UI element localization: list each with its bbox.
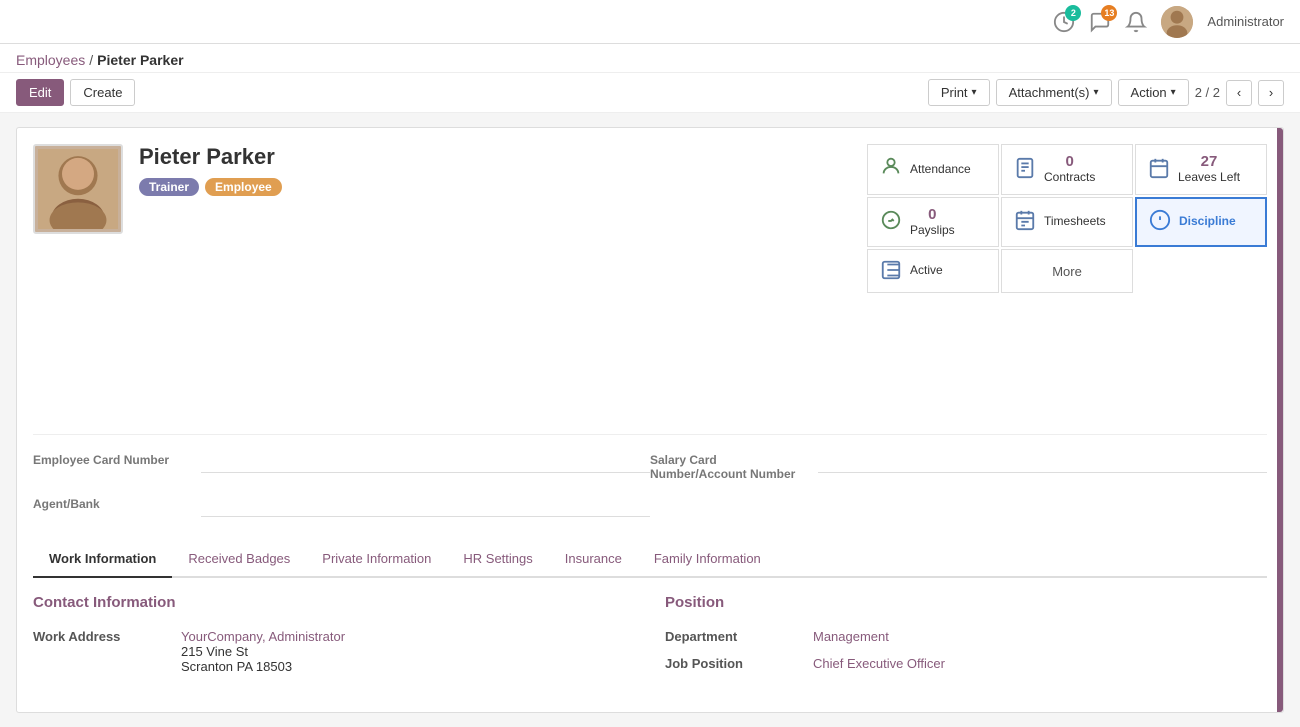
work-address-label: Work Address [33,629,173,644]
user-avatar[interactable] [1161,6,1193,38]
admin-label: Administrator [1207,14,1284,29]
leaves-icon [1148,157,1170,182]
employee-card-label: Employee Card Number [33,453,193,467]
contracts-label: Contracts [1044,170,1095,186]
agent-bank-value[interactable] [201,497,650,517]
contracts-icon [1014,157,1036,182]
timesheets-button[interactable]: Timesheets [1001,197,1133,248]
agent-bank-label: Agent/Bank [33,497,193,511]
tab-family-information[interactable]: Family Information [638,541,777,578]
work-address-line1[interactable]: YourCompany, Administrator [181,629,345,644]
timesheets-icon [1014,209,1036,234]
payslips-icon [880,209,902,234]
attachments-caret-icon: ▾ [1094,87,1099,98]
bell-icon-wrap[interactable] [1125,11,1147,33]
active-icon [880,259,902,284]
contact-title: Contact Information [33,594,635,611]
print-caret-icon: ▾ [972,87,977,98]
pagination: 2 / 2 ‹ › [1195,80,1284,106]
tab-work-information[interactable]: Work Information [33,541,172,578]
print-button[interactable]: Print ▾ [928,79,990,106]
leaves-label: Leaves Left [1178,170,1240,186]
salary-card-label: Salary Card Number/Account Number [650,453,810,481]
employee-photo-image [38,149,118,229]
job-position-field: Job Position Chief Executive Officer [665,650,1267,677]
timesheets-label: Timesheets [1044,214,1106,230]
breadcrumb-separator: / [89,52,93,68]
fields-grid: Employee Card Number Salary Card Number/… [33,434,1267,525]
toolbar: Edit Create Print ▾ Attachment(s) ▾ Acti… [0,73,1300,113]
breadcrumb: Employees / Pieter Parker [16,52,184,68]
more-button[interactable]: More [1001,249,1133,293]
contact-section: Contact Information Work Address YourCom… [33,594,635,680]
tab-hr-settings[interactable]: HR Settings [447,541,548,578]
attachments-button[interactable]: Attachment(s) ▾ [996,79,1112,106]
department-field: Department Management [665,623,1267,650]
attendance-label: Attendance [910,162,971,178]
job-position-label: Job Position [665,656,805,671]
discipline-button[interactable]: Discipline [1135,197,1267,248]
bell-icon [1125,11,1147,33]
employee-photo [33,144,123,234]
work-address-value: YourCompany, Administrator 215 Vine St S… [181,629,345,674]
smart-buttons: Attendance 0 Contracts 27 Leaves Left [867,144,1267,293]
payslips-label: Payslips [910,223,955,239]
breadcrumb-bar: Employees / Pieter Parker [0,44,1300,73]
tab-private-information[interactable]: Private Information [306,541,447,578]
main-content: Pieter Parker Trainer Employee Attendanc… [0,113,1300,727]
pagination-text: 2 / 2 [1195,85,1220,100]
salary-card-value[interactable] [818,453,1267,473]
salary-card-field: Salary Card Number/Account Number [650,445,1267,489]
clock-icon-wrap[interactable]: 2 [1053,11,1075,33]
work-address-line3: Scranton PA 18503 [181,659,345,674]
attendance-button[interactable]: Attendance [867,144,999,195]
payslips-button[interactable]: 0 Payslips [867,197,999,248]
edit-button[interactable]: Edit [16,79,64,106]
employee-card: Pieter Parker Trainer Employee Attendanc… [16,127,1284,713]
employee-card-value[interactable] [201,453,650,473]
position-section: Position Department Management Job Posit… [665,594,1267,680]
nav-icons: 2 13 Administrator [1053,6,1284,38]
active-button[interactable]: Active [867,249,999,293]
trainer-badge: Trainer [139,178,199,196]
contracts-button[interactable]: 0 Contracts [1001,144,1133,195]
department-value[interactable]: Management [813,629,1267,644]
agent-bank-field: Agent/Bank [33,489,650,525]
create-button[interactable]: Create [70,79,135,106]
breadcrumb-current: Pieter Parker [97,52,183,68]
tab-insurance[interactable]: Insurance [549,541,638,578]
contracts-count: 0 [1044,153,1095,170]
employee-badge: Employee [205,178,282,196]
pagination-prev[interactable]: ‹ [1226,80,1252,106]
clock-badge: 2 [1065,5,1081,21]
breadcrumb-parent[interactable]: Employees [16,52,85,68]
active-label: Active [910,263,943,279]
chat-badge: 13 [1101,5,1117,21]
work-address-line2: 215 Vine St [181,644,345,659]
payslips-count: 0 [910,206,955,223]
pagination-next[interactable]: › [1258,80,1284,106]
content-grid: Contact Information Work Address YourCom… [33,594,1267,680]
leaves-count: 27 [1178,153,1240,170]
employee-card-field: Employee Card Number [33,445,650,489]
attendance-icon [880,155,902,183]
work-address-field: Work Address YourCompany, Administrator … [33,623,635,680]
top-navigation: 2 13 Administrator [0,0,1300,44]
discipline-label: Discipline [1179,214,1236,230]
job-position-value[interactable]: Chief Executive Officer [813,656,1267,671]
tabs-bar: Work Information Received Badges Private… [33,541,1267,578]
status-bar [1277,128,1283,712]
avatar-image [1161,6,1193,38]
discipline-icon [1149,209,1171,234]
action-button[interactable]: Action ▾ [1118,79,1189,106]
action-caret-icon: ▾ [1171,87,1176,98]
position-title: Position [665,594,1267,611]
tab-content-work: Contact Information Work Address YourCom… [33,578,1267,696]
chat-icon-wrap[interactable]: 13 [1089,11,1111,33]
tab-received-badges[interactable]: Received Badges [172,541,306,578]
leaves-button[interactable]: 27 Leaves Left [1135,144,1267,195]
department-label: Department [665,629,805,644]
